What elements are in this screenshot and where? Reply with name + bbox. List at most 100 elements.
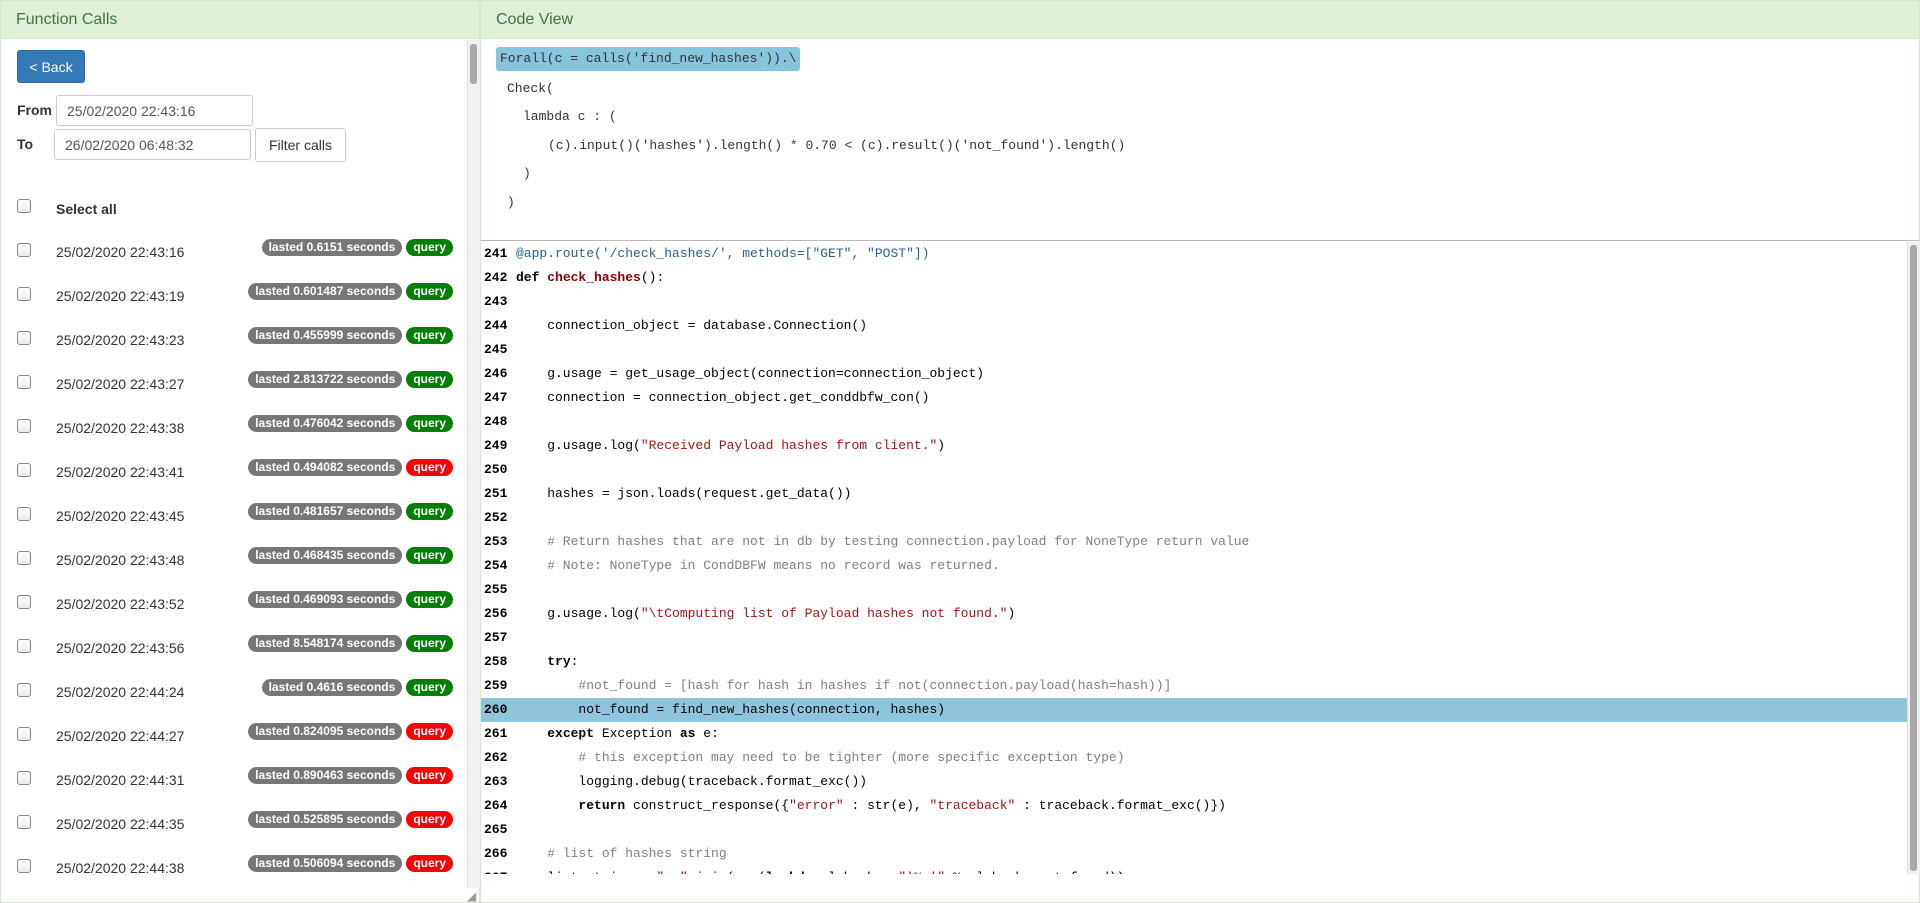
call-date: 25/02/2020 22:43:41 (56, 464, 185, 480)
code-text: try: (510, 650, 578, 674)
duration-badge: lasted 0.494082 seconds (248, 459, 403, 476)
filter-calls-button[interactable]: Filter calls (255, 128, 346, 162)
code-token: ) (1007, 606, 1016, 621)
code-token: check_hashes (547, 270, 641, 285)
line-number: 260 (484, 702, 508, 717)
call-badges: lasted 0.506094 seconds query (248, 855, 453, 872)
code-line: 243 (481, 290, 1907, 314)
call-checkbox[interactable] (17, 463, 31, 477)
code-line: 249 g.usage.log("Received Payload hashes… (481, 434, 1907, 458)
list-item[interactable]: 25/02/2020 22:44:24 lasted 0.4616 seconds… (1, 666, 461, 710)
call-list-scrollbar-thumb[interactable] (470, 44, 477, 84)
list-item[interactable]: 25/02/2020 22:43:56 lasted 8.548174 secon… (1, 622, 461, 666)
call-badges: lasted 0.824095 seconds query (248, 723, 453, 740)
code-token: : traceback.format_exc()}) (1015, 798, 1226, 813)
back-button[interactable]: < Back (17, 50, 85, 83)
call-list: 25/02/2020 22:43:16 lasted 0.6151 seconds… (1, 226, 461, 896)
call-checkbox[interactable] (17, 375, 31, 389)
from-date-input[interactable] (56, 95, 253, 126)
code-token: # Note: NoneType in CondDBFW means no re… (516, 558, 1000, 573)
code-token: : str(e), (843, 798, 930, 813)
line-number: 242 (484, 270, 508, 285)
call-checkbox[interactable] (17, 595, 31, 609)
formula-quantifier[interactable]: Forall(c = calls('find_new_hashes')).\ (496, 47, 801, 71)
formula-line: ) (523, 166, 531, 181)
query-status-badge: query (406, 679, 453, 696)
code-token: as (679, 726, 696, 741)
list-item[interactable]: 25/02/2020 22:43:41 lasted 0.494082 secon… (1, 446, 461, 490)
query-status-badge: query (406, 811, 453, 828)
code-line: 256 g.usage.log("\tComputing list of Pay… (481, 602, 1907, 626)
line-number: 261 (484, 726, 508, 741)
code-token: ", " (656, 870, 687, 874)
call-date: 25/02/2020 22:43:16 (56, 244, 185, 260)
select-all-checkbox[interactable] (17, 199, 31, 213)
code-scrollbar[interactable] (1907, 242, 1920, 874)
list-item[interactable]: 25/02/2020 22:43:45 lasted 0.481657 secon… (1, 490, 461, 534)
call-date: 25/02/2020 22:44:31 (56, 772, 185, 788)
query-status-badge: query (406, 327, 453, 344)
call-checkbox[interactable] (17, 419, 31, 433)
duration-badge: lasted 0.4616 seconds (261, 679, 403, 696)
code-token: "\tComputing list of Payload hashes not … (640, 606, 1008, 621)
line-number: 257 (484, 630, 508, 645)
code-token: connection_object = database.Connection(… (516, 318, 868, 333)
list-item[interactable]: 25/02/2020 22:43:48 lasted 0.468435 secon… (1, 534, 461, 578)
call-checkbox[interactable] (17, 287, 31, 301)
list-item[interactable]: 25/02/2020 22:44:31 lasted 0.890463 secon… (1, 754, 461, 798)
list-item[interactable]: 25/02/2020 22:44:38 lasted 0.506094 secon… (1, 842, 461, 886)
resize-grip-icon[interactable]: ◢ (467, 890, 479, 902)
call-checkbox[interactable] (17, 639, 31, 653)
code-view-heading: Code View (481, 1, 1919, 39)
list-item[interactable]: 25/02/2020 22:44:35 lasted 0.525895 secon… (1, 798, 461, 842)
line-number: 263 (484, 774, 508, 789)
call-checkbox[interactable] (17, 551, 31, 565)
call-badges: lasted 0.469093 seconds query (248, 591, 453, 608)
call-checkbox[interactable] (17, 859, 31, 873)
list-item[interactable]: 25/02/2020 22:43:52 lasted 0.469093 secon… (1, 578, 461, 622)
call-badges: lasted 0.468435 seconds query (248, 547, 453, 564)
code-line: 250 (481, 458, 1907, 482)
list-item[interactable]: 25/02/2020 22:44:27 lasted 0.824095 secon… (1, 710, 461, 754)
list-item[interactable]: 25/02/2020 22:43:38 lasted 0.476042 secon… (1, 402, 461, 446)
code-token: "traceback" (929, 798, 1016, 813)
query-status-badge: query (406, 415, 453, 432)
call-date: 25/02/2020 22:43:23 (56, 332, 185, 348)
query-status-badge: query (406, 371, 453, 388)
call-badges: lasted 0.4616 seconds query (261, 679, 453, 696)
duration-badge: lasted 8.548174 seconds (248, 635, 403, 652)
call-checkbox[interactable] (17, 243, 31, 257)
code-line: 252 (481, 506, 1907, 530)
to-date-input[interactable] (54, 129, 251, 160)
call-date: 25/02/2020 22:43:27 (56, 376, 185, 392)
line-number: 264 (484, 798, 508, 813)
line-number: 249 (484, 438, 508, 453)
query-status-badge: query (406, 239, 453, 256)
list-item[interactable]: 25/02/2020 22:43:16 lasted 0.6151 seconds… (1, 226, 461, 270)
call-checkbox[interactable] (17, 507, 31, 521)
code-token: g.usage = get_usage_object(connection=co… (516, 366, 985, 381)
list-item[interactable]: 25/02/2020 22:43:27 lasted 2.813722 secon… (1, 358, 461, 402)
list-item[interactable]: 25/02/2020 22:43:19 lasted 0.601487 secon… (1, 270, 461, 314)
call-checkbox[interactable] (17, 815, 31, 829)
code-token: try (547, 654, 571, 669)
call-list-scrollbar[interactable] (467, 40, 480, 888)
code-text: @app.route('/check_hashes/', methods=["G… (510, 242, 929, 266)
list-item[interactable]: 25/02/2020 22:43:23 lasted 0.455999 secon… (1, 314, 461, 358)
call-badges: lasted 0.481657 seconds query (248, 503, 453, 520)
call-checkbox[interactable] (17, 331, 31, 345)
code-scrollbar-thumb[interactable] (1910, 245, 1917, 871)
line-number: 256 (484, 606, 508, 621)
code-token: g.usage.log( (516, 438, 641, 453)
code-text: except Exception as e: (510, 722, 719, 746)
code-line: 258 try: (481, 650, 1907, 674)
call-checkbox[interactable] (17, 727, 31, 741)
call-date: 25/02/2020 22:43:38 (56, 420, 185, 436)
call-badges: lasted 8.548174 seconds query (248, 635, 453, 652)
code-text: def check_hashes(): (510, 266, 664, 290)
duration-badge: lasted 0.525895 seconds (248, 811, 403, 828)
call-checkbox[interactable] (17, 683, 31, 697)
line-number: 253 (484, 534, 508, 549)
code-text: # list of hashes string (510, 842, 726, 866)
call-checkbox[interactable] (17, 771, 31, 785)
